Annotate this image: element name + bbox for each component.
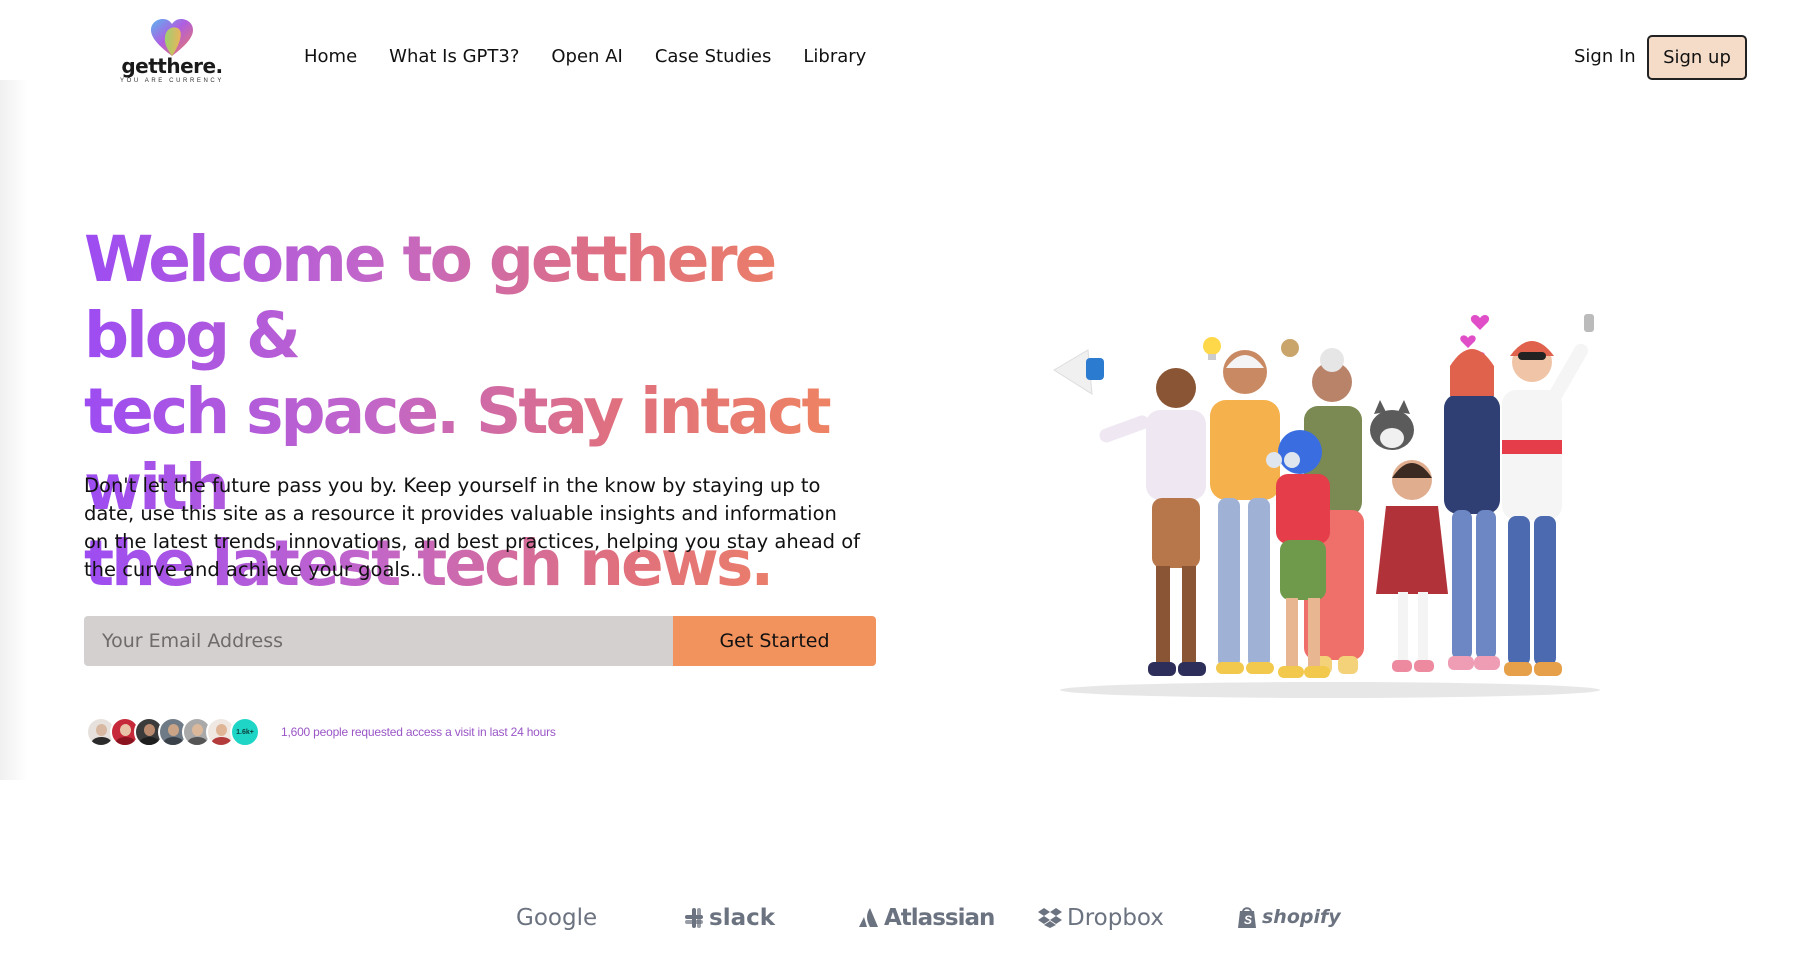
partner-name-google: Google <box>516 905 598 931</box>
top-navigation: getthere. YOU ARE CURRENCY Home What Is … <box>0 0 1818 115</box>
partner-name-dropbox: Dropbox <box>1067 905 1164 931</box>
shopify-bag-icon: S <box>1238 907 1256 928</box>
partner-name-shopify: shopify <box>1262 906 1341 928</box>
hero-people-illustration <box>1053 314 1600 698</box>
sign-up-button[interactable]: Sign up <box>1647 35 1747 80</box>
heart-logo-icon <box>151 19 193 56</box>
partner-logo-google: Google <box>516 905 597 931</box>
person-figure <box>1444 349 1500 670</box>
avatar-count-badge: 1.6k+ <box>230 717 260 747</box>
nav-link-open-ai[interactable]: Open AI <box>551 46 622 67</box>
person-figure <box>1502 314 1594 676</box>
partner-logo-slack: slack <box>683 905 775 931</box>
nav-link-case-studies[interactable]: Case Studies <box>655 46 772 67</box>
brand-name: getthere. <box>121 54 223 78</box>
nav-link-library[interactable]: Library <box>803 46 866 67</box>
email-signup-form: Get Started <box>84 616 876 666</box>
page-edge-shadow <box>0 80 28 780</box>
slack-icon <box>685 908 703 928</box>
email-input[interactable] <box>84 616 673 666</box>
svg-text:S: S <box>1244 913 1252 927</box>
hero-description: Don't let the future pass you by. Keep y… <box>84 474 861 581</box>
partner-logo-atlassian: Atlassian <box>858 905 995 931</box>
dog-figure <box>1370 400 1414 450</box>
nav-link-home[interactable]: Home <box>304 46 357 67</box>
brand-tagline: YOU ARE CURRENCY <box>120 78 224 84</box>
partner-logo-dropbox: Dropbox <box>1037 905 1164 931</box>
brand-logo[interactable]: getthere. YOU ARE CURRENCY <box>118 18 226 88</box>
person-figure <box>1376 460 1448 672</box>
lightbulb-icon <box>1203 337 1221 360</box>
atlassian-icon <box>859 908 878 927</box>
person-figure <box>1099 368 1206 676</box>
dropbox-icon <box>1038 908 1062 928</box>
partner-name-slack: slack <box>709 905 776 931</box>
social-proof-text: 1,600 people requested access a visit in… <box>281 725 556 739</box>
main-nav: Home What Is GPT3? Open AI Case Studies … <box>304 46 898 67</box>
nav-link-what-is-gpt3[interactable]: What Is GPT3? <box>389 46 519 67</box>
sign-in-link[interactable]: Sign In <box>1574 46 1636 67</box>
get-started-button[interactable]: Get Started <box>673 616 876 666</box>
avatar-stack: 1.6k+ <box>86 717 266 747</box>
megaphone-icon <box>1053 349 1104 395</box>
partner-logos: Google slack Atlassian Dropbox S shopify <box>0 905 1818 945</box>
partner-logo-shopify: S shopify <box>1236 905 1341 929</box>
hero-title-line-1: Welcome to getthere blog & <box>84 223 775 372</box>
partner-name-atlassian: Atlassian <box>884 905 995 931</box>
